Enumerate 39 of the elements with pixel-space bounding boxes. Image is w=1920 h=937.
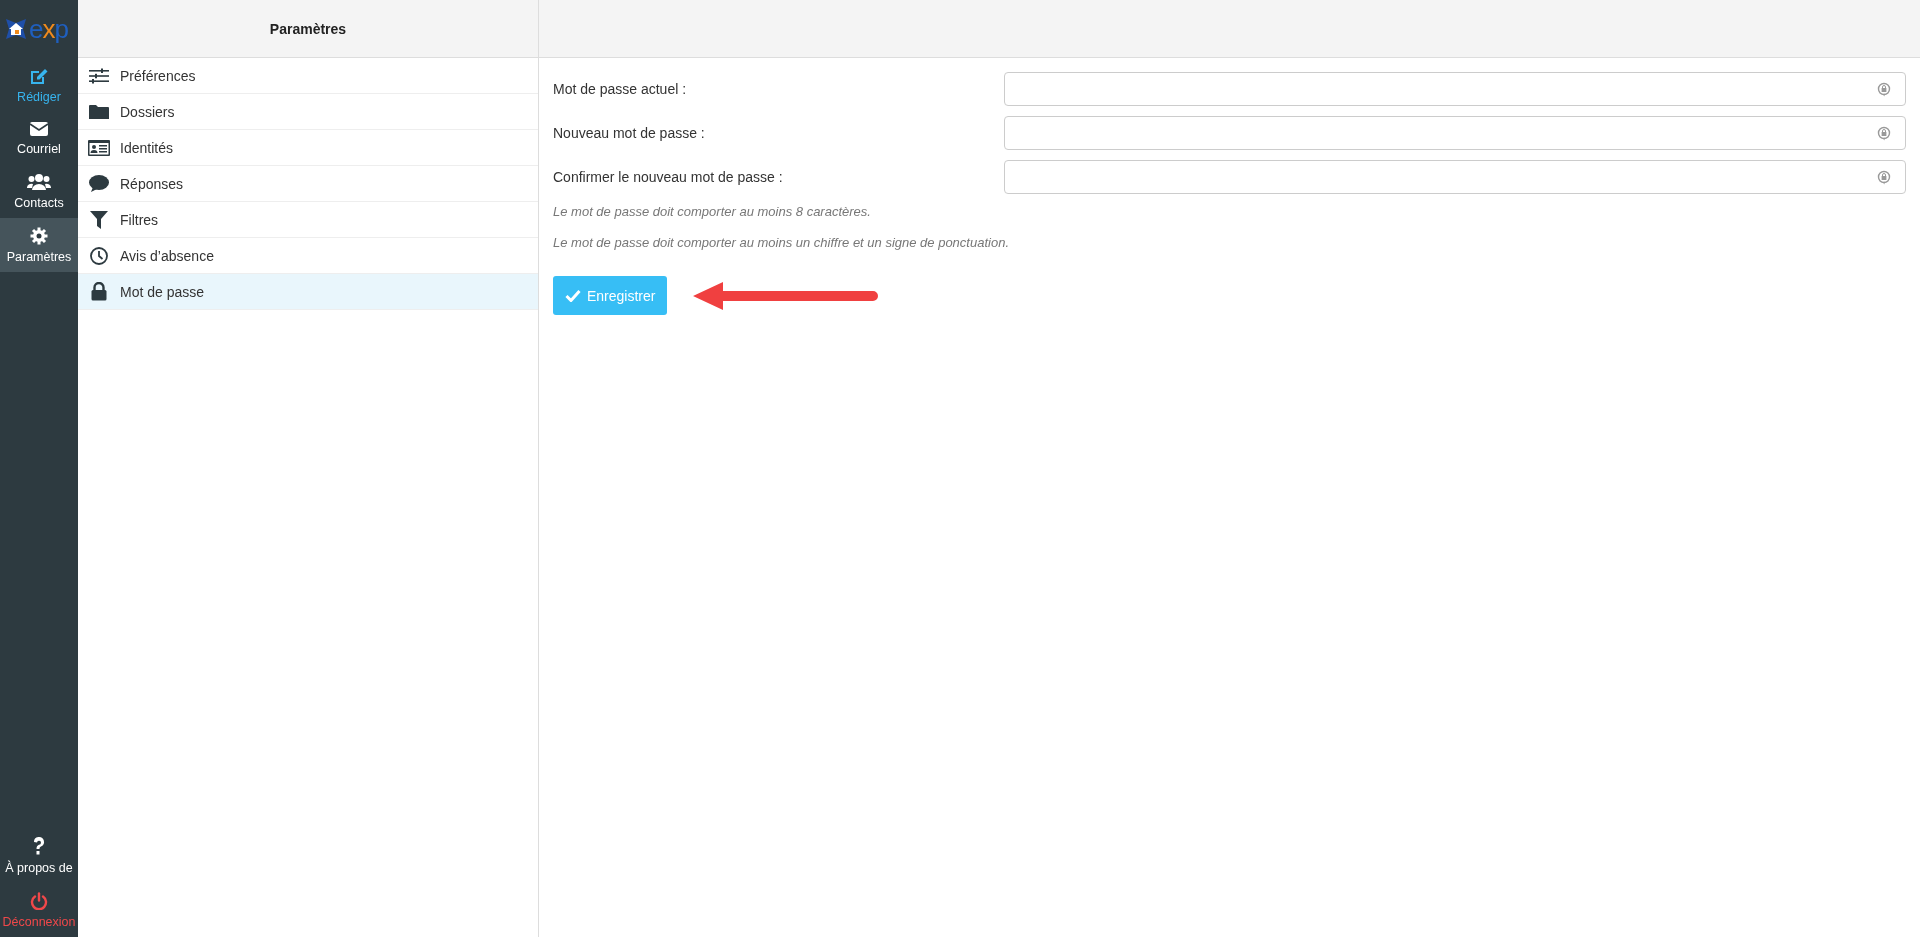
settings-item[interactable]: Mot de passe [78, 274, 538, 310]
settings-item[interactable]: Dossiers [78, 94, 538, 130]
field-label: Confirmer le nouveau mot de passe : [553, 169, 784, 185]
checkmark-icon [565, 289, 581, 302]
hint-text: Le mot de passe doit comporter au moins 8 caractères. [553, 204, 872, 219]
lock-refresh-icon [1877, 81, 1891, 97]
lock-refresh-icon [1877, 125, 1891, 141]
hint-text: Le mot de passe doit comporter au moins un chiffre et un signe de ponctuation. [553, 235, 1010, 250]
nav-item[interactable]: Paramètres [0, 218, 78, 272]
envelope-icon [29, 121, 49, 137]
users-icon [27, 173, 51, 191]
gear-icon [30, 227, 48, 245]
panel-title: Paramètres [269, 20, 347, 37]
nav-item[interactable]: Rédiger [0, 58, 78, 112]
question-icon [32, 836, 46, 856]
settings-item[interactable]: Filtres [78, 202, 538, 238]
field-label: Nouveau mot de passe : [553, 125, 706, 141]
password-field[interactable] [1004, 160, 1906, 194]
password-field[interactable] [1004, 116, 1906, 150]
nav-item[interactable]: Contacts [0, 164, 78, 218]
sliders-icon [89, 67, 109, 84]
funnel-icon [90, 210, 108, 229]
house-logo-icon [4, 16, 28, 42]
lock-refresh-icon [1877, 169, 1891, 185]
nav-item[interactable]: À propos de [0, 827, 78, 883]
power-icon [30, 892, 48, 910]
edit-icon [29, 67, 49, 85]
speech-bubble-icon [89, 175, 109, 192]
settings-item[interactable]: Identités [78, 130, 538, 166]
field-label: Mot de passe actuel : [553, 81, 688, 97]
password-field[interactable] [1004, 72, 1906, 106]
settings-item[interactable]: Réponses [78, 166, 538, 202]
settings-item[interactable]: Préférences [78, 58, 538, 94]
folder-icon [89, 103, 109, 120]
id-card-icon [88, 139, 110, 156]
nav-item[interactable]: Courriel [0, 112, 78, 164]
logo-text: exp [29, 13, 68, 45]
clock-icon [90, 246, 108, 265]
padlock-icon [91, 282, 107, 301]
